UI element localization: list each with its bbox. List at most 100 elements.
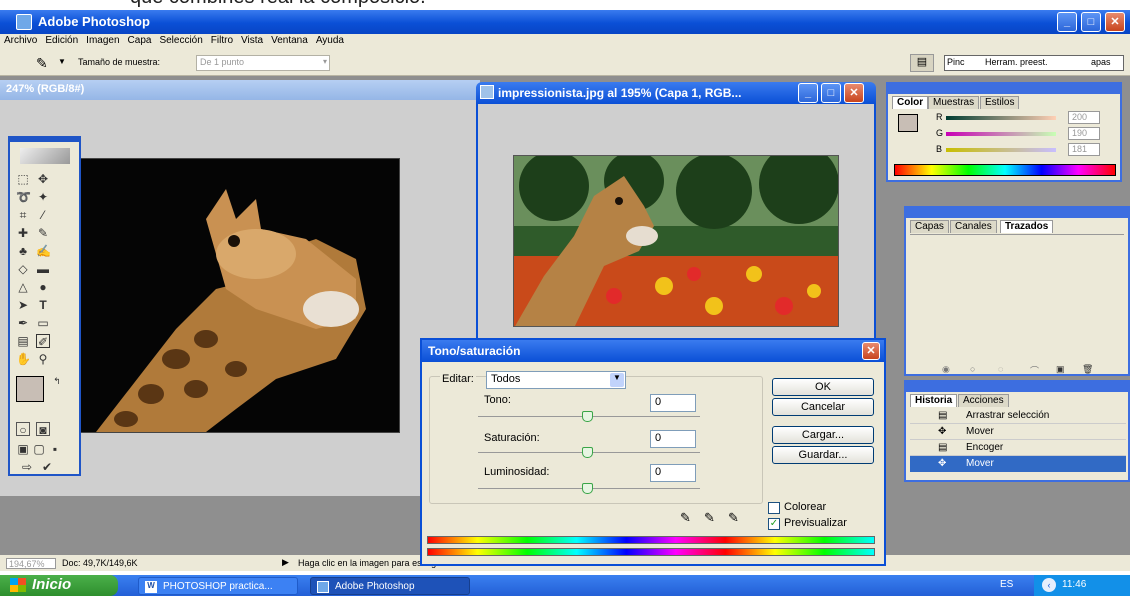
- file-browser-icon[interactable]: ▤: [910, 54, 934, 72]
- foreground-color-swatch[interactable]: [16, 376, 44, 402]
- eyedropper-tool-icon[interactable]: ✐: [36, 334, 50, 349]
- menu-ventana[interactable]: Ventana: [267, 34, 312, 47]
- hue-slider-thumb[interactable]: [582, 411, 593, 422]
- tab-actions[interactable]: Acciones: [958, 394, 1009, 407]
- document-2-title-bar[interactable]: impressionista.jpg al 195% (Capa 1, RGB.…: [476, 82, 876, 104]
- eyedropper-plus-icon[interactable]: ✎: [704, 510, 715, 526]
- ok-button[interactable]: OK: [772, 378, 874, 396]
- magic-wand-icon[interactable]: ✦: [36, 190, 50, 204]
- dialog-title-bar[interactable]: Tono/saturación ✕: [422, 340, 884, 362]
- eyedropper-icon[interactable]: ✎: [36, 55, 48, 72]
- standard-mode-icon[interactable]: ○: [16, 422, 30, 437]
- saturation-slider-thumb[interactable]: [582, 447, 593, 458]
- tab-swatches[interactable]: Muestras: [928, 96, 980, 109]
- doc2-maximize-icon[interactable]: □: [821, 83, 841, 103]
- menu-ayuda[interactable]: Ayuda: [312, 34, 348, 47]
- slice-icon[interactable]: ⁄: [36, 208, 50, 222]
- channel-r-slider[interactable]: [946, 116, 1056, 120]
- pen-icon[interactable]: ✒: [16, 316, 30, 330]
- minimize-icon[interactable]: _: [1057, 12, 1077, 32]
- fill-path-icon[interactable]: ◉: [942, 364, 950, 375]
- sample-size-select[interactable]: De 1 punto ▾: [196, 55, 330, 71]
- type-icon[interactable]: T: [36, 298, 50, 312]
- menu-vista[interactable]: Vista: [237, 34, 267, 47]
- dodge-icon[interactable]: ●: [36, 280, 50, 294]
- tab-styles[interactable]: Estilos: [980, 96, 1020, 109]
- eyedropper-minus-icon[interactable]: ✎: [728, 510, 739, 526]
- edit-select[interactable]: Todos ▼: [486, 371, 626, 389]
- screen-mode-standard-icon[interactable]: ▣: [16, 442, 30, 456]
- preview-checkbox[interactable]: ✓: [768, 518, 780, 530]
- dialog-close-icon[interactable]: ✕: [862, 342, 880, 360]
- app-title-bar[interactable]: Adobe Photoshop _ □ ✕: [0, 10, 1130, 34]
- swap-colors-icon[interactable]: ↰: [50, 374, 64, 388]
- marquee-icon[interactable]: ⬚: [16, 172, 30, 186]
- document-1-title-bar[interactable]: 247% (RGB/8#): [0, 80, 480, 100]
- tab-history[interactable]: Historia: [910, 394, 958, 407]
- channel-b-slider[interactable]: [946, 148, 1056, 152]
- tab-color[interactable]: Color: [892, 96, 929, 109]
- tab-channels[interactable]: Canales: [950, 220, 997, 233]
- menu-seleccion[interactable]: Selección: [155, 34, 206, 47]
- menu-archivo[interactable]: Archivo: [0, 34, 41, 47]
- hue-input[interactable]: 0: [650, 394, 696, 412]
- eyedropper-icon[interactable]: ✎: [680, 510, 691, 526]
- speaker-icon[interactable]: ‹: [1042, 578, 1056, 592]
- chevron-down-icon[interactable]: ▼: [58, 57, 66, 66]
- zoom-field[interactable]: 194,67%: [6, 558, 56, 569]
- shape-icon[interactable]: ▭: [36, 316, 50, 330]
- clone-stamp-icon[interactable]: ♣: [16, 244, 30, 258]
- load-button[interactable]: Cargar...: [772, 426, 874, 444]
- hand-icon[interactable]: ✋: [16, 352, 31, 366]
- menu-edicion[interactable]: Edición: [41, 34, 82, 47]
- chevron-right-icon[interactable]: ▶: [282, 557, 289, 568]
- palette-well-tab-brushes[interactable]: Pinc: [947, 57, 965, 67]
- path-selection-icon[interactable]: ➤: [16, 298, 30, 312]
- load-selection-icon[interactable]: ◌: [998, 364, 1003, 374]
- giraffe-canvas[interactable]: [55, 158, 400, 433]
- imageready-icon[interactable]: ✔: [40, 460, 54, 474]
- channel-g-slider[interactable]: [946, 132, 1056, 136]
- menu-capa[interactable]: Capa: [124, 34, 156, 47]
- task-word[interactable]: W PHOTOSHOP practica...: [138, 577, 298, 595]
- move-icon[interactable]: ✥: [36, 172, 50, 186]
- composite-canvas[interactable]: [513, 155, 839, 327]
- gradient-icon[interactable]: ▬: [36, 262, 50, 276]
- cancel-button[interactable]: Cancelar: [772, 398, 874, 416]
- luminosity-input[interactable]: 0: [650, 464, 696, 482]
- make-workpath-icon[interactable]: ⌒: [1030, 364, 1039, 377]
- tab-layers[interactable]: Capas: [910, 220, 949, 233]
- channel-r-input[interactable]: 200: [1068, 111, 1100, 124]
- close-icon[interactable]: ✕: [1105, 12, 1125, 32]
- blur-icon[interactable]: △: [16, 280, 30, 294]
- palette-well-tab-presets[interactable]: Herram. preest.: [985, 57, 1048, 67]
- notes-icon[interactable]: ▤: [16, 334, 30, 348]
- clock[interactable]: 11:46: [1062, 579, 1086, 590]
- channel-b-input[interactable]: 181: [1068, 143, 1100, 156]
- screen-mode-full-menu-icon[interactable]: ▢: [32, 442, 46, 456]
- color-spectrum-bar[interactable]: [894, 164, 1116, 176]
- quick-mask-icon[interactable]: ◙: [36, 422, 50, 437]
- trash-icon[interactable]: 🗑: [1082, 364, 1093, 375]
- eraser-icon[interactable]: ◇: [16, 262, 30, 276]
- menu-filtro[interactable]: Filtro: [207, 34, 237, 47]
- language-indicator[interactable]: ES: [1000, 579, 1013, 590]
- maximize-icon[interactable]: □: [1081, 12, 1101, 32]
- start-button[interactable]: Inicio: [0, 575, 118, 596]
- stroke-path-icon[interactable]: ○: [970, 364, 975, 374]
- color-fg-swatch[interactable]: [898, 114, 918, 132]
- zoom-icon[interactable]: ⚲: [36, 352, 50, 366]
- screen-mode-full-icon[interactable]: ▪: [48, 442, 62, 456]
- channel-g-input[interactable]: 190: [1068, 127, 1100, 140]
- crop-icon[interactable]: ⌗: [16, 208, 30, 222]
- colorize-checkbox[interactable]: [768, 502, 780, 514]
- luminosity-slider-thumb[interactable]: [582, 483, 593, 494]
- doc2-close-icon[interactable]: ✕: [844, 83, 864, 103]
- brush-icon[interactable]: ✎: [36, 226, 50, 240]
- jump-to-imageready-icon[interactable]: ⇨: [16, 460, 38, 474]
- history-brush-icon[interactable]: ✍: [36, 244, 51, 258]
- tab-paths[interactable]: Trazados: [1000, 220, 1054, 233]
- palette-well-tab-layer-comps[interactable]: apas: [1091, 57, 1111, 67]
- saturation-input[interactable]: 0: [650, 430, 696, 448]
- new-path-icon[interactable]: ▣: [1056, 364, 1065, 375]
